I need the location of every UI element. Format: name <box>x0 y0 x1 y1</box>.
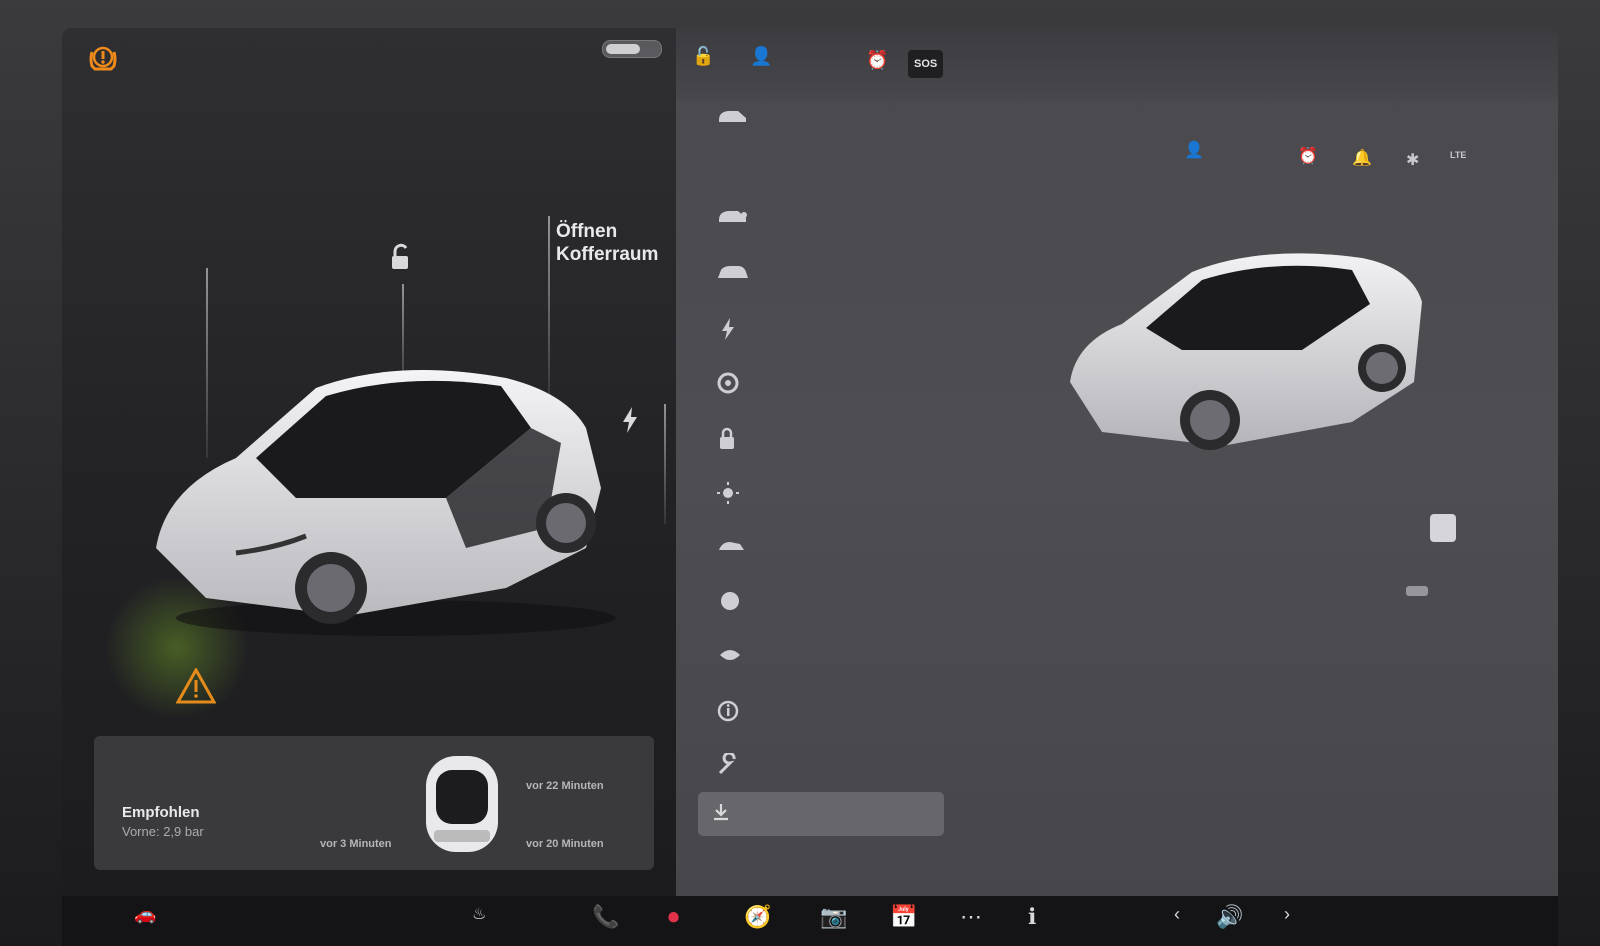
driver-profile-icon[interactable]: 👤 <box>750 46 772 67</box>
leader-line-charge <box>664 404 666 524</box>
volume-icon[interactable]: 🔊 <box>1216 904 1243 930</box>
lte-signal-icon: LTE <box>1450 150 1467 160</box>
bluetooth-icon[interactable]: ✱ <box>1406 150 1419 170</box>
sos-button[interactable]: SOS <box>908 50 944 78</box>
menu-item-safety-icon[interactable] <box>716 640 756 670</box>
camera-icon[interactable]: 📷 <box>820 904 847 930</box>
front-left-tire-time: vor 3 Minuten <box>320 838 392 850</box>
menu-item-charging-icon[interactable] <box>716 314 756 344</box>
charge-port-icon[interactable] <box>620 406 640 440</box>
menu-item-autopilot-icon[interactable] <box>716 368 756 398</box>
top-status-bar: 🔓 👤 ⏰ SOS <box>676 28 1558 100</box>
car-top-view <box>426 756 498 852</box>
toggle-button[interactable] <box>1430 514 1456 542</box>
front-right-tire-time: vor 22 Minuten <box>526 780 604 792</box>
car-icon[interactable]: 🚗 <box>134 904 156 925</box>
tire-card-title: Empfohlen <box>122 804 200 821</box>
navigation-icon[interactable]: 🧭 <box>744 904 771 930</box>
menu-item-trips-icon[interactable] <box>716 586 756 616</box>
info-app-icon[interactable]: ℹ <box>1028 904 1036 930</box>
bell-icon[interactable]: 🔔 <box>1352 148 1372 168</box>
alarm-clock-icon[interactable]: ⏰ <box>866 50 888 71</box>
menu-item-driving-icon[interactable] <box>716 258 756 288</box>
trunk-label-line2: Kofferraum <box>556 244 659 265</box>
unlock-icon[interactable]: 🔓 <box>692 46 714 67</box>
user-profile-icon[interactable]: 👤 <box>1184 140 1204 160</box>
menu-item-service-icon[interactable] <box>716 750 756 780</box>
battery-indicator <box>602 40 662 58</box>
more-apps-icon[interactable]: ⋯ <box>960 904 982 930</box>
tire-pressure-card[interactable]: Empfohlen Vorne: 2,9 bar vor 3 Minuten v… <box>94 736 654 870</box>
volume-down-icon[interactable]: ‹ <box>1174 904 1180 925</box>
menu-item-locks-icon[interactable] <box>716 424 756 454</box>
controls-panel: 🔓 👤 ⏰ SOS 👤 ⏰ 🔔 ✱ LTE <box>676 28 1558 896</box>
calendar-icon[interactable]: 📅 <box>890 904 917 930</box>
volume-up-icon[interactable]: › <box>1284 904 1290 925</box>
menu-item-lights-icon[interactable] <box>716 478 756 508</box>
tire-pressure-warning-icon <box>86 42 120 76</box>
taskbar: 🚗 ♨ 📞 ⏺ 🧭 📷 📅 ⋯ ℹ ‹ 🔊 › <box>62 896 1558 946</box>
tire-card-subtitle: Vorne: 2,9 bar <box>122 824 204 839</box>
media-record-icon[interactable]: ⏺ <box>668 904 679 930</box>
download-icon <box>712 803 730 826</box>
phone-icon[interactable]: 📞 <box>592 904 619 930</box>
alarm-clock-icon[interactable]: ⏰ <box>1298 146 1318 166</box>
unlock-icon[interactable] <box>386 242 416 272</box>
rear-right-tire-time: vor 20 Minuten <box>526 838 604 850</box>
car-status-panel: Öffnen Kofferraum Empfohlen Vorne: 2,9 b… <box>62 28 676 896</box>
vehicle-preview-model <box>1070 253 1422 450</box>
menu-item-display-icon[interactable] <box>716 532 756 562</box>
software-update-button[interactable] <box>698 792 944 836</box>
menu-item-info-icon[interactable] <box>716 696 756 726</box>
warning-triangle-icon[interactable] <box>175 666 217 712</box>
menu-item-controls-icon[interactable] <box>716 102 756 132</box>
menu-item-pedals-icon[interactable] <box>716 202 756 232</box>
touch-screen: Öffnen Kofferraum Empfohlen Vorne: 2,9 b… <box>62 28 1558 896</box>
trunk-label-line1: Öffnen <box>556 221 618 242</box>
open-trunk-button[interactable]: Öffnen Kofferraum <box>556 220 658 266</box>
vehicle-3d-model <box>156 370 616 636</box>
seat-heater-icon[interactable]: ♨ <box>472 904 486 924</box>
indicator-mark <box>1406 586 1428 596</box>
